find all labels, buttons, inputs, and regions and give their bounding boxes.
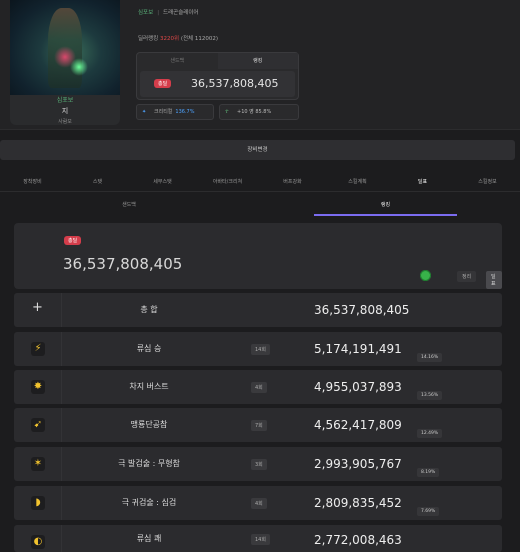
table-row: ◐ 류심 쾌 14회 2,772,008,463 — [14, 525, 502, 552]
sub-tabs: 샌드백 랭킹 — [0, 196, 520, 216]
row-name: 극 귀검술 : 심검 — [121, 498, 177, 507]
main-tabs: 장착장비 스탯 세부스탯 아바타/크리쳐 버프강화 스킬계획 딜표 스킬정보 — [0, 172, 520, 192]
tab-skill-info[interactable]: 스킬정보 — [455, 172, 520, 191]
subtab-ranking[interactable]: 랭킹 — [314, 196, 457, 216]
row-percent: 14.16% — [417, 353, 443, 362]
row-damage: 5,174,191,491 — [314, 342, 402, 356]
skill-icon: ⚡ — [31, 342, 45, 356]
row-hits: 14회 — [251, 344, 270, 355]
total-damage-card: 총딜 36,537,808,405 정리 딜표 — [14, 223, 502, 289]
total-damage-badge: 총딜 — [154, 79, 172, 88]
table-button[interactable]: 딜표 — [486, 271, 502, 289]
character-header: 심포보 지 사람모 심포보 | 드래곤슬레이어 딜러랭킹 3220위 (전체 112… — [0, 0, 520, 130]
character-name: 지 — [61, 107, 69, 115]
table-row: ✸ 차지 버스트 4회 4,955,037,893 13.56% — [14, 370, 502, 404]
clover-icon[interactable] — [420, 270, 431, 281]
row-hits: 7회 — [251, 420, 267, 431]
breadcrumb-class: 드래곤슬레이어 — [163, 10, 199, 16]
row-name: 류심 쾌 — [136, 534, 162, 543]
row-hits: 4회 — [251, 498, 267, 509]
row-damage: 2,809,835,452 — [314, 496, 402, 510]
total-badge: 총딜 — [64, 236, 82, 245]
subtab-sandbag[interactable]: 샌드백 — [4, 196, 254, 216]
stat-critical: ✦ 크리티컬 136.7% — [136, 104, 214, 120]
row-hits: 4회 — [251, 382, 267, 393]
row-damage: 2,772,008,463 — [314, 533, 402, 547]
plus-icon[interactable]: + — [32, 300, 43, 315]
rank-suffix: (전체 112002) — [180, 36, 218, 42]
tab-avatar[interactable]: 아바타/크리쳐 — [195, 172, 260, 191]
character-info: 심포보 지 사람모 — [10, 95, 120, 125]
character-server: 심포보 — [56, 97, 74, 104]
skill-icon: ➹ — [31, 418, 45, 432]
tab-equipment[interactable]: 장착장비 — [0, 172, 65, 191]
tab-damage-table[interactable]: 딜표 — [390, 172, 455, 191]
breadcrumb: 심포보 | 드래곤슬레이어 — [138, 10, 199, 16]
tab-buff[interactable]: 버프강화 — [260, 172, 325, 191]
row-name: 류심 승 — [136, 344, 162, 353]
rank-value: 3220위 — [160, 36, 180, 42]
row-damage: 2,993,905,767 — [314, 457, 402, 471]
row-name: 총 합 — [140, 305, 158, 314]
total-value: 36,537,808,405 — [63, 255, 183, 273]
row-hits: 14회 — [251, 534, 270, 545]
sort-button[interactable]: 정리 — [457, 271, 477, 282]
row-damage: 4,562,417,809 — [314, 418, 402, 432]
row-percent: 7.69% — [417, 507, 440, 516]
tab-ranking[interactable]: 랭킹 — [217, 53, 298, 69]
damage-summary-box: 샌드백 랭킹 총딜 36,537,808,405 — [136, 52, 299, 100]
tab-stats[interactable]: 스탯 — [65, 172, 130, 191]
character-adventure: 사람모 — [58, 119, 72, 125]
star-icon: ✦ — [142, 109, 147, 115]
character-image — [10, 0, 120, 95]
table-row: ✶ 극 발검술 : 무형참 3회 2,993,905,767 8.19% — [14, 447, 502, 481]
row-name: 맹룡단공참 — [130, 420, 168, 429]
table-row: ➹ 맹룡단공참 7회 4,562,417,809 12.49% — [14, 408, 502, 442]
row-damage: 36,537,808,405 — [314, 303, 410, 317]
skill-icon: ◐ — [31, 535, 45, 549]
rank-prefix: 딜러랭킹 — [138, 36, 159, 42]
table-row: ◗ 극 귀검술 : 심검 4회 2,809,835,452 7.69% — [14, 486, 502, 520]
tab-detail-stats[interactable]: 세부스탯 — [130, 172, 195, 191]
skill-icon: ◗ — [31, 496, 45, 510]
table-row: ⚡ 류심 승 14회 5,174,191,491 14.16% — [14, 332, 502, 366]
row-hits: 3회 — [251, 459, 267, 470]
row-name: 차지 버스트 — [129, 382, 169, 391]
rank-line: 딜러랭킹 3220위 (전체 112002) — [138, 34, 218, 42]
skill-icon: ✶ — [31, 457, 45, 471]
row-percent: 13.56% — [417, 391, 443, 400]
character-portrait[interactable]: 심포보 지 사람모 — [10, 0, 120, 125]
row-percent: 8.19% — [417, 468, 440, 477]
breadcrumb-server[interactable]: 심포보 — [138, 10, 153, 16]
row-damage: 4,955,037,893 — [314, 380, 402, 394]
total-damage-value: 36,537,808,405 — [191, 77, 279, 90]
table-row: + 총 합 36,537,808,405 — [14, 293, 502, 327]
row-name: 극 발검술 : 무형참 — [118, 459, 180, 468]
figure-icon: ☥ — [225, 109, 229, 115]
row-percent: 12.49% — [417, 429, 443, 438]
equipment-change-button[interactable]: 장비변경 — [0, 140, 515, 160]
stat-extra: ☥ +10 영 85.8% — [219, 104, 299, 120]
skill-icon: ✸ — [31, 380, 45, 394]
tab-sandbag[interactable]: 샌드백 — [137, 53, 218, 69]
tab-skill-plan[interactable]: 스킬계획 — [325, 172, 390, 191]
